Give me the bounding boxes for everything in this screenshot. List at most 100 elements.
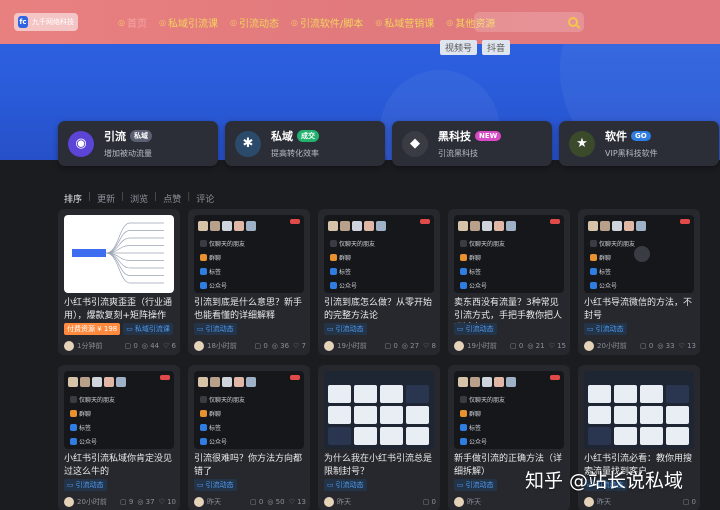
avatar-strip (198, 377, 256, 387)
post-card[interactable]: 仅聊天的朋友 群聊 标签 公众号 引流到底是什么意思？新手也能看懂的详细解释 ▭ 引流动态 1… (188, 209, 310, 355)
nav-item-0[interactable]: ◎ 首页 (118, 15, 147, 30)
star-icon: ★ (569, 130, 595, 157)
category-badge[interactable]: ▭ 引流动态 (584, 323, 627, 335)
post-thumbnail[interactable]: 仅聊天的朋友 群聊 标签 公众号 (64, 371, 174, 449)
post-card[interactable]: 仅聊天的朋友 群聊 标签 公众号 引流到底怎么做？从零开始的完整方法论 ▭ 引流动态 19小时… (318, 209, 440, 355)
post-thumbnail[interactable]: 仅聊天的朋友 群聊 标签 公众号 (324, 215, 434, 293)
view-count: ◎ 21 (527, 342, 545, 350)
category-badge: 成交 (297, 130, 319, 142)
author-avatar[interactable] (584, 497, 594, 507)
author-avatar[interactable] (324, 341, 334, 351)
category-card-2[interactable]: ◆ 黑科技 NEW 引流黑科技 (392, 121, 552, 166)
contact-icon (590, 282, 597, 289)
post-card[interactable]: 小红书引流爽歪歪（行业通用），爆款复刻+矩阵操作+…付费资源 ¥ 198▭私域引… (58, 209, 180, 355)
contact-label: 仅聊天的朋友 (599, 241, 636, 248)
avatar-thumb (80, 377, 90, 387)
mindmap-lines (72, 222, 164, 284)
sort-option-1[interactable]: 浏览 (130, 192, 148, 205)
category-badge[interactable]: ▭ 引流动态 (324, 479, 367, 491)
post-meta: 19小时前 ▢ 0 ◎ 27 ♡ 8 (324, 341, 436, 351)
post-thumbnail[interactable] (584, 371, 694, 449)
category-name: 私域 (271, 130, 293, 143)
author-avatar[interactable] (64, 497, 74, 507)
contact-icon (460, 410, 467, 417)
sort-option-0[interactable]: 更新 (97, 192, 115, 205)
comment-count: ▢ 0 (682, 498, 696, 506)
sort-bar: 排序 | 更新 | 浏览 | 点赞 | 评论 (64, 192, 214, 205)
category-title: 软件 GO (605, 128, 658, 144)
post-card[interactable]: 为什么我在小红书引流总是限制封号？ ▭ 引流动态 昨天 ▢ 0 (318, 365, 440, 510)
nav-item-1[interactable]: ◎ 私域引流课 (159, 15, 218, 30)
author-avatar[interactable] (454, 341, 464, 351)
author-avatar[interactable] (194, 341, 204, 351)
avatar-thumb (328, 221, 338, 231)
category-badge[interactable]: ▭ 私域引流课 (123, 323, 173, 335)
avatar-thumb (482, 221, 492, 231)
avatar-thumb (340, 221, 350, 231)
post-badges: ▭ 引流动态 (454, 479, 497, 491)
category-card-0[interactable]: ◉ 引流 私域 增加被动流量 (58, 121, 218, 166)
nav-item-2[interactable]: ◎ 引流动态 (230, 15, 279, 30)
category-badge[interactable]: ▭ 引流动态 (324, 323, 367, 335)
post-thumbnail[interactable]: 仅聊天的朋友 群聊 标签 公众号 (454, 371, 564, 449)
search-icon[interactable] (568, 17, 578, 27)
nav-item-3[interactable]: ◎ 引流软件/脚本 (291, 15, 363, 30)
post-time: 19小时前 (337, 342, 367, 350)
contact-icon (70, 438, 77, 445)
contact-icon (330, 282, 337, 289)
contact-icon (590, 240, 597, 247)
author-avatar[interactable] (584, 341, 594, 351)
hero-tag[interactable]: 视频号 (440, 40, 478, 55)
price-badge[interactable]: 付费资源 ¥ 198 (64, 323, 121, 335)
post-card[interactable]: 仅聊天的朋友群聊标签公众号卖东西没有流量？3种常见引流方式，手把手教你把人吸过来… (448, 209, 570, 355)
comment-count: ▢ 0 (510, 342, 524, 350)
category-card-1[interactable]: ✱ 私域 成交 提高转化效率 (225, 121, 385, 166)
category-badge[interactable]: ▭ 引流动态 (194, 323, 237, 335)
post-meta: 18小时前 ▢ 0 ◎ 36 ♡ 7 (194, 341, 306, 351)
folder-icon: ▭ (126, 325, 133, 333)
category-badge[interactable]: ▭ 引流动态 (64, 479, 107, 491)
contact-icon (70, 396, 77, 403)
category-badge[interactable]: ▭ 引流动态 (194, 479, 237, 491)
badge-text: 私域引流课 (134, 325, 170, 333)
red-badge (550, 375, 560, 380)
category-desc: 增加被动流量 (104, 149, 152, 158)
post-card[interactable]: 仅聊天的朋友 群聊 标签 公众号 小红书引流私域你肯定没见过这么牛的 ▭ 引流动态 20小时前… (58, 365, 180, 510)
like-count: ♡ 15 (548, 342, 566, 350)
mini-tile (354, 406, 377, 424)
category-badge[interactable]: ▭ 引流动态 (454, 323, 497, 335)
category-card-3[interactable]: ★ 软件 GO VIP黑科技软件 (559, 121, 719, 166)
author-avatar[interactable] (454, 497, 464, 507)
post-thumbnail[interactable] (64, 215, 174, 293)
like-count: ♡ 6 (163, 342, 176, 350)
hero-tag[interactable]: 抖音 (482, 40, 511, 55)
folder-icon: ▭ (587, 325, 594, 333)
site-logo[interactable]: fc 九千网络科技 (14, 13, 78, 31)
post-thumbnail[interactable] (324, 371, 434, 449)
author-avatar[interactable] (194, 497, 204, 507)
contact-label: 群聊 (209, 255, 222, 262)
folder-icon: ▭ (197, 325, 204, 333)
post-thumbnail[interactable]: 仅聊天的朋友 群聊 标签 公众号 (454, 215, 564, 293)
post-thumbnail[interactable]: 仅聊天的朋友 群聊 标签 公众号 (194, 215, 304, 293)
author-avatar[interactable] (64, 341, 74, 351)
sort-option-3[interactable]: 评论 (196, 192, 214, 205)
mini-tile (614, 427, 637, 445)
contact-icon (590, 254, 597, 261)
comment-count: ▢ 0 (250, 498, 264, 506)
contact-label: 标签 (469, 425, 482, 432)
post-card[interactable]: 仅聊天的朋友 群聊 标签 公众号 小红书导流微信的方法，不封号 ▭ 引流动态 20小时前 ▢ 0… (578, 209, 700, 355)
post-card[interactable]: 仅聊天的朋友 群聊 标签 公众号 引流很难吗？你方法方向都错了 ▭ 引流动态 昨天 ▢ 0 ◎ 5… (188, 365, 310, 510)
category-badge[interactable]: ▭ 引流动态 (454, 479, 497, 491)
avatar-strip (458, 377, 516, 387)
post-thumbnail[interactable]: 仅聊天的朋友 群聊 标签 公众号 (194, 371, 304, 449)
mini-tile (640, 385, 663, 403)
sort-option-2[interactable]: 点赞 (163, 192, 181, 205)
comment-count: ▢ 0 (254, 342, 268, 350)
search-box[interactable] (474, 12, 584, 32)
contact-icon (460, 268, 467, 275)
post-badges: ▭ 引流动态 (584, 323, 627, 335)
author-avatar[interactable] (324, 497, 334, 507)
nav-item-4[interactable]: ◎ 私域营销课 (375, 15, 434, 30)
post-time: 昨天 (337, 498, 351, 506)
